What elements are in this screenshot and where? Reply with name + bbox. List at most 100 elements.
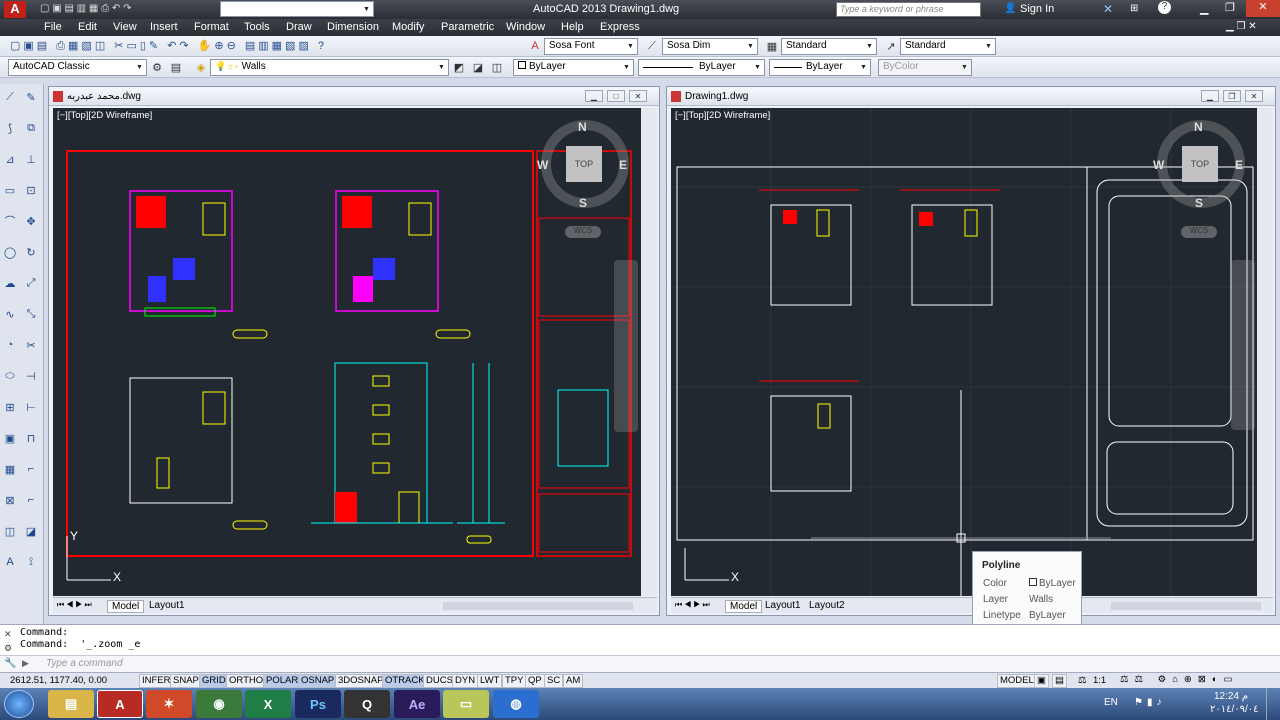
region-icon[interactable]: ◫ [3,524,17,538]
app-store-icon[interactable]: ⊞ [1130,3,1138,14]
menu-file[interactable]: File [44,21,62,33]
toggle-otrack[interactable]: OTRACK [382,674,428,688]
fillet-icon[interactable]: ⌐ [24,493,38,507]
toggle-polar[interactable]: POLAR [263,674,302,688]
hatch-icon[interactable]: ▦ [3,462,17,476]
taskbar-explorer[interactable]: ▤ [48,690,94,718]
viewport-2-controls[interactable]: [−][Top][2D Wireframe] [675,110,770,121]
extend-icon[interactable]: ⊣ [24,369,38,383]
language-indicator[interactable]: EN [1104,697,1118,708]
explode-icon[interactable]: ◪ [24,524,38,538]
restore-window-button[interactable]: ❐ [1225,1,1235,14]
command-input[interactable]: Type a command [46,658,123,669]
taskbar-q-app[interactable]: Q [344,690,390,718]
vertical-scrollbar[interactable] [1257,108,1273,596]
ellipse-icon[interactable]: ⬭ [3,369,17,383]
close-drawing-button[interactable]: ✕ [629,90,647,102]
close-drawing-button[interactable]: ✕ [1245,90,1263,102]
construction-line-icon[interactable]: ⟆ [3,121,17,135]
toggle-ortho[interactable]: ORTHO [226,674,267,688]
break-icon[interactable]: ⊢ [24,400,38,414]
taskbar-browser[interactable]: ◍ [493,690,539,718]
drawing-window-2-title-bar[interactable]: Drawing1.dwg ▁ ❐ ✕ [667,87,1275,106]
workspace-combo[interactable]: AutoCAD Classic ▼ [220,1,374,17]
tab-navigation-arrows[interactable]: ⏮◀▶⏭ [57,600,94,610]
scale-icon[interactable]: ⤢ [24,276,38,290]
taskbar-chrome[interactable]: ◉ [196,690,242,718]
toggle-dyn[interactable]: DYN [452,674,479,688]
status-tray-icons[interactable]: ⚖⚖ ⚙⌂⊕⊠◐▭ [1120,674,1239,685]
table-style-icon[interactable]: ▦ [764,38,780,54]
move-icon[interactable]: ✥ [24,214,38,228]
clock-time[interactable]: 12:24 م [1214,691,1248,702]
dim-style-icon[interactable]: ⟋ [644,38,660,54]
viewcube-east[interactable]: E [619,158,627,172]
command-close-icon[interactable]: ✕ [4,629,12,640]
rectangle-icon[interactable]: ▭ [3,183,17,197]
drawing-window-2[interactable]: Drawing1.dwg ▁ ❐ ✕ [−][Top][2D Wireframe… [666,86,1276,616]
restore-drawing-button[interactable]: ❐ [1223,90,1241,102]
sign-in-link[interactable]: Sign In [1020,3,1054,15]
layer-properties-icon[interactable]: ◈ [193,59,209,75]
toggle-ducs[interactable]: DUCS [423,674,456,688]
layer-match-icon[interactable]: ◫ [489,59,505,75]
drawing-window-1[interactable]: محمد عبدربه.dwg ▁ □ ✕ [−][Top][2D Wirefr… [48,86,660,616]
offset-icon[interactable]: ⊡ [24,183,38,197]
toggle-am[interactable]: AM [563,674,584,688]
insert-block-icon[interactable]: ⊞ [3,400,17,414]
menu-parametric[interactable]: Parametric [441,21,494,33]
tab-model[interactable]: Model [725,600,763,613]
annotation-scale-value[interactable]: 1:1 [1093,675,1106,686]
workspace-settings-icon[interactable]: ▤ [168,59,184,75]
array-icon[interactable]: ⟟ [24,555,38,569]
trim-icon[interactable]: ✂ [24,338,38,352]
start-button[interactable] [4,690,34,718]
annotation-scale-icon[interactable]: ⚖ [1078,675,1087,686]
menu-view[interactable]: View [113,21,137,33]
menu-draw[interactable]: Draw [286,21,312,33]
tab-layout2[interactable]: Layout2 [809,600,845,611]
vertical-scrollbar[interactable] [641,108,657,596]
menu-format[interactable]: Format [194,21,229,33]
navigation-bar[interactable] [1231,260,1255,430]
layer-previous-icon[interactable]: ◪ [470,59,486,75]
rotate-icon[interactable]: ↻ [24,245,38,259]
tab-layout1[interactable]: Layout1 [149,600,185,611]
toggle-infer[interactable]: INFER [139,674,174,688]
gradient-icon[interactable]: ⊠ [3,493,17,507]
maximize-drawing-button[interactable]: □ [607,90,625,102]
toggle-qp[interactable]: QP [525,674,545,688]
quick-view-drawings-icon[interactable]: ▤ [1052,674,1067,688]
viewcube-west[interactable]: W [1153,158,1164,172]
toggle-snap[interactable]: SNAP [170,674,202,688]
arc-icon[interactable]: ⌒ [3,214,17,228]
horizontal-scrollbar[interactable] [443,602,633,610]
toggle-lwt[interactable]: LWT [477,674,503,688]
make-current-layer-icon[interactable]: ◩ [451,59,467,75]
toggle-tpy[interactable]: TPY [502,674,527,688]
viewcube-top-face[interactable]: TOP [1182,146,1218,182]
viewcube-south[interactable]: S [579,196,587,210]
show-desktop-button[interactable] [1266,688,1280,720]
wrench-icon[interactable]: 🔧 [4,658,16,669]
exchange-icon[interactable]: ✕ [1103,2,1113,16]
erase-icon[interactable]: ✎ [24,90,38,104]
viewport-1-controls[interactable]: [−][Top][2D Wireframe] [57,110,152,121]
standard-toolbar-icons[interactable]: ▢▣▤ ⎙▦▧◫ ✂▭▯✎ ↶↷ ✋⊕⊖ ▤▥▦▧▨ ? [10,39,327,53]
toggle-3dosnap[interactable]: 3DOSNAP [335,674,387,688]
taskbar-notepad[interactable]: ▭ [443,690,489,718]
system-tray-icons[interactable]: ⚑▮♪ [1134,697,1165,708]
spline-icon[interactable]: ∿ [3,307,17,321]
menu-window[interactable]: Window [506,21,545,33]
menu-edit[interactable]: Edit [78,21,97,33]
tab-navigation-arrows[interactable]: ⏮◀▶⏭ [675,600,712,610]
dim-style-combo[interactable]: Sosa Dim ▼ [662,38,758,55]
menu-help[interactable]: Help [561,21,584,33]
viewport-1[interactable]: [−][Top][2D Wireframe] Y X TOP N S E W W… [53,108,641,596]
quick-access-icons[interactable]: ▢ ▣ ▤ ▥ ▦ ⎙ ↶ ↷ [40,3,131,14]
taskbar-excel[interactable]: X [245,690,291,718]
taskbar-autocad[interactable]: A [97,690,143,718]
stretch-icon[interactable]: ⤡ [24,307,38,321]
gear-icon[interactable]: ⚙ [149,59,165,75]
command-prompt-icon[interactable]: ▶ [22,658,29,669]
